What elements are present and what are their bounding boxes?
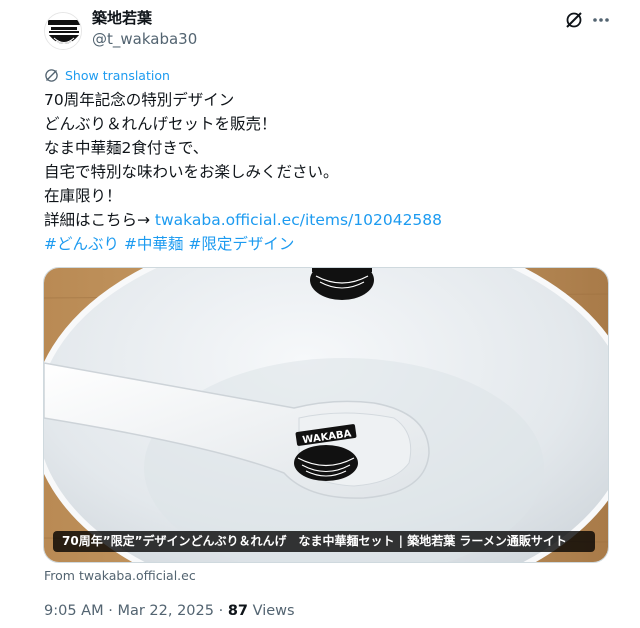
tweet-line: 自宅で特別な味わいをお楽しみください。 (44, 163, 339, 181)
hashtag-limited-design[interactable]: #限定デザイン (188, 235, 294, 253)
more-icon[interactable] (590, 9, 612, 31)
avatar[interactable] (44, 12, 82, 50)
user-handle[interactable]: @t_wakaba30 (92, 30, 197, 48)
display-name[interactable]: 築地若葉 (92, 8, 152, 28)
meta-separator: · (103, 603, 118, 619)
views-label: Views (248, 603, 295, 619)
card-source[interactable]: From twakaba.official.ec (44, 568, 196, 583)
tweet-line: 在庫限り！ (44, 187, 122, 205)
link-preview-card[interactable]: WAKABA (43, 267, 609, 563)
product-photo: WAKABA (44, 268, 608, 562)
tweet-date[interactable]: Mar 22, 2025 (117, 603, 214, 619)
brand-logo-icon (45, 13, 81, 49)
tweet-text: 70周年記念の特別デザイン どんぶり＆れんげセットを販売！ なま中華麺2食付きで… (44, 88, 624, 256)
tweet-time[interactable]: 9:05 AM (44, 603, 104, 619)
meta-separator: · (213, 603, 228, 619)
tweet-line: なま中華麺2食付きで、 (44, 139, 209, 157)
tweet-line: 70周年記念の特別デザイン (44, 91, 235, 109)
hashtag-line: #どんぶり #中華麺 #限定デザイン (44, 232, 624, 256)
card-title[interactable]: 70周年”限定”デザインどんぶり＆れんげ なま中華麺セット | 築地若葉 ラーメ… (53, 531, 595, 552)
translate-icon (45, 68, 58, 82)
tweet-line: どんぶり＆れんげセットを販売！ (44, 115, 277, 133)
show-translation-button[interactable]: Show translation (44, 66, 170, 84)
tweet-container: 築地若葉 @t_wakaba30 Show translation 70周年記念… (0, 0, 640, 628)
views-count: 87 (227, 603, 248, 619)
link-prefix-text: 詳細はこちら→ (44, 211, 155, 229)
hashtag-donburi[interactable]: #どんぶり (44, 235, 119, 253)
tweet-line-with-link: 詳細はこちら→ twakaba.official.ec/items/102042… (44, 208, 624, 232)
show-translation-label: Show translation (65, 67, 170, 83)
hashtag-chukamen[interactable]: #中華麺 (124, 235, 184, 253)
grok-icon[interactable] (563, 9, 585, 31)
product-link[interactable]: twakaba.official.ec/items/102042588 (155, 211, 442, 229)
tweet-meta: 9:05 AM · Mar 22, 2025 · 87 Views (44, 601, 295, 621)
